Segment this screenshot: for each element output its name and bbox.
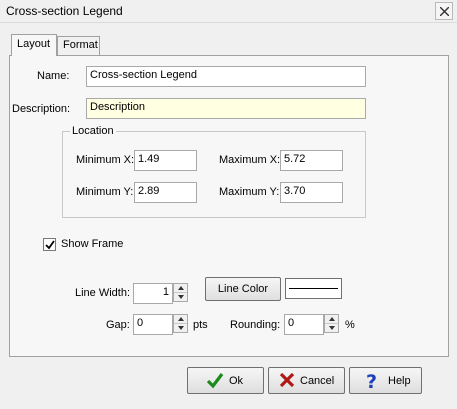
gap-input[interactable]: 0 [133,314,173,335]
checkmark-icon [206,373,224,389]
min-x-label: Minimum X: [76,154,135,166]
question-icon: ? [366,371,377,391]
rounding-stepper[interactable] [324,314,339,333]
spin-down-icon[interactable] [325,324,338,332]
svg-text:?: ? [366,371,377,391]
help-label: Help [388,375,411,387]
checkmark-icon [45,240,55,250]
max-x-input[interactable]: 5.72 [280,150,343,171]
location-group-label: Location [70,125,116,137]
min-x-input[interactable]: 1.49 [134,150,197,171]
max-y-label: Maximum Y: [219,186,280,198]
help-button[interactable]: ? Help [349,367,422,394]
rounding-label: Rounding: [230,319,281,331]
line-color-preview [289,288,338,289]
min-y-input[interactable]: 2.89 [134,182,197,203]
title-bar: Cross-section Legend [0,0,457,23]
rounding-unit: % [345,319,355,331]
gap-stepper[interactable] [173,314,188,333]
window-title: Cross-section Legend [6,4,123,18]
tab-format[interactable]: Format [57,36,100,56]
cancel-button[interactable]: Cancel [268,367,345,394]
rounding-input[interactable]: 0 [284,314,324,335]
spin-up-icon[interactable] [174,315,187,324]
max-x-label: Maximum X: [219,154,281,166]
description-label: Description: [12,103,71,115]
line-color-swatch[interactable] [285,278,342,299]
spin-down-icon[interactable] [174,293,187,301]
line-width-stepper[interactable] [173,283,188,302]
min-y-label: Minimum Y: [76,186,134,198]
show-frame-label: Show Frame [61,238,124,250]
name-input[interactable]: Cross-section Legend [86,66,366,87]
spin-down-icon[interactable] [174,324,187,332]
close-icon [440,7,449,16]
spin-up-icon[interactable] [325,315,338,324]
x-icon [279,372,295,388]
ok-button[interactable]: Ok [187,367,264,394]
line-width-label: Line Width: [75,287,131,299]
description-input[interactable]: Description [86,98,366,119]
ok-label: Ok [229,375,244,387]
cancel-label: Cancel [300,375,335,387]
spin-up-icon[interactable] [174,284,187,293]
gap-label: Gap: [106,319,130,331]
name-label: Name: [37,70,70,82]
gap-unit: pts [193,319,208,331]
location-group [62,131,366,218]
max-y-input[interactable]: 3.70 [280,182,343,203]
show-frame-checkbox[interactable] [43,238,56,251]
line-color-button[interactable]: Line Color [205,277,281,301]
close-button[interactable] [435,2,453,20]
tab-layout[interactable]: Layout [11,34,57,56]
line-width-input[interactable]: 1 [133,283,173,304]
